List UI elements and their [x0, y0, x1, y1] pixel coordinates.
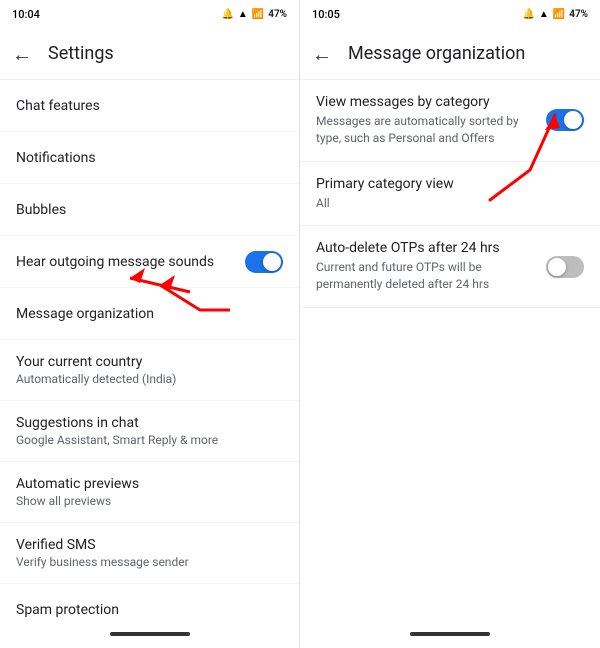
- msg-org-subtitle-primary-category: All: [316, 195, 572, 212]
- toggle-knob-view-by-category: [564, 111, 582, 129]
- settings-item-subtitle-verified-sms: Verify business message sender: [16, 555, 283, 569]
- settings-item-hear-outgoing[interactable]: Hear outgoing message sounds: [0, 236, 299, 288]
- msg-org-subtitle-auto-delete-otps: Current and future OTPs will be permanen…: [316, 259, 534, 293]
- settings-item-chat-features[interactable]: Chat features: [0, 80, 299, 132]
- settings-item-title-auto-previews: Automatic previews: [16, 476, 283, 492]
- left-header-title: Settings: [48, 43, 114, 64]
- msg-org-subtitle-view-by-category: Messages are automatically sorted by typ…: [316, 113, 534, 147]
- msg-org-title-primary-category: Primary category view: [316, 176, 572, 192]
- settings-item-title-suggestions: Suggestions in chat: [16, 415, 283, 431]
- left-time: 10:04: [12, 8, 40, 21]
- toggle-auto-delete-otps[interactable]: [546, 256, 584, 278]
- settings-item-title-verified-sms: Verified SMS: [16, 537, 283, 553]
- msg-org-item-view-by-category[interactable]: View messages by category Messages are au…: [300, 80, 600, 162]
- toggle-knob-auto-delete-otps: [548, 258, 566, 276]
- right-header: ← Message organization: [300, 28, 600, 80]
- settings-item-content-message-org: Message organization: [16, 306, 283, 322]
- settings-item-content-hear-outgoing: Hear outgoing message sounds: [16, 254, 245, 270]
- msg-org-title-view-by-category: View messages by category: [316, 94, 534, 110]
- right-nav-bar: [300, 624, 600, 648]
- settings-item-notifications[interactable]: Notifications: [0, 132, 299, 184]
- left-header: ← Settings: [0, 28, 299, 80]
- settings-item-content-notifications: Notifications: [16, 150, 283, 166]
- left-status-icons: 🔔 ▲ 📶 47%: [221, 9, 287, 20]
- settings-item-spam-protection[interactable]: Spam protection: [0, 584, 299, 624]
- settings-item-content-bubbles: Bubbles: [16, 202, 283, 218]
- settings-item-title-hear-outgoing: Hear outgoing message sounds: [16, 254, 245, 270]
- msg-org-content-view-by-category: View messages by category Messages are au…: [316, 94, 546, 147]
- left-panel: 10:04 🔔 ▲ 📶 47% ← Settings Chat features…: [0, 0, 300, 648]
- msg-org-content-primary-category: Primary category view All: [316, 176, 584, 212]
- toggle-knob-hear-outgoing: [263, 253, 281, 271]
- right-wifi-icon: 📶: [553, 9, 565, 20]
- right-status-icons: 🔔 ▲ 📶 47%: [522, 9, 588, 20]
- settings-item-current-country[interactable]: Your current country Automatically detect…: [0, 340, 299, 401]
- left-nav-indicator: [110, 632, 190, 636]
- right-notification-icon: 🔔: [522, 9, 534, 20]
- left-status-bar: 10:04 🔔 ▲ 📶 47%: [0, 0, 299, 28]
- settings-item-content-current-country: Your current country Automatically detect…: [16, 354, 283, 386]
- settings-item-subtitle-suggestions: Google Assistant, Smart Reply & more: [16, 433, 283, 447]
- msg-org-content-auto-delete-otps: Auto-delete OTPs after 24 hrs Current and…: [316, 240, 546, 293]
- settings-item-suggestions[interactable]: Suggestions in chat Google Assistant, Sma…: [0, 401, 299, 462]
- right-battery-icon: 47%: [569, 9, 588, 20]
- settings-item-content-chat-features: Chat features: [16, 98, 283, 114]
- settings-item-bubbles[interactable]: Bubbles: [0, 184, 299, 236]
- settings-item-message-org[interactable]: Message organization: [0, 288, 299, 340]
- msg-org-list: View messages by category Messages are au…: [300, 80, 600, 624]
- settings-item-content-suggestions: Suggestions in chat Google Assistant, Sma…: [16, 415, 283, 447]
- msg-org-title-auto-delete-otps: Auto-delete OTPs after 24 hrs: [316, 240, 534, 256]
- msg-org-item-auto-delete-otps[interactable]: Auto-delete OTPs after 24 hrs Current and…: [300, 226, 600, 308]
- settings-item-auto-previews[interactable]: Automatic previews Show all previews: [0, 462, 299, 523]
- wifi-icon: 📶: [252, 9, 264, 20]
- settings-item-title-spam-protection: Spam protection: [16, 602, 283, 618]
- settings-list: Chat features Notifications Bubbles Hear ou…: [0, 80, 299, 624]
- settings-item-title-current-country: Your current country: [16, 354, 283, 370]
- msg-org-item-primary-category[interactable]: Primary category view All: [300, 162, 600, 227]
- settings-item-content-spam-protection: Spam protection: [16, 602, 283, 618]
- right-header-title: Message organization: [348, 43, 525, 64]
- settings-item-title-message-org: Message organization: [16, 306, 283, 322]
- right-time: 10:05: [312, 8, 340, 21]
- right-back-button[interactable]: ←: [312, 44, 332, 64]
- signal-icon: ▲: [238, 9, 248, 20]
- settings-item-title-bubbles: Bubbles: [16, 202, 283, 218]
- settings-item-subtitle-current-country: Automatically detected (India): [16, 372, 283, 386]
- right-signal-icon: ▲: [539, 9, 549, 20]
- settings-item-content-auto-previews: Automatic previews Show all previews: [16, 476, 283, 508]
- settings-item-verified-sms[interactable]: Verified SMS Verify business message send…: [0, 523, 299, 584]
- left-back-button[interactable]: ←: [12, 44, 32, 64]
- right-panel: 10:05 🔔 ▲ 📶 47% ← Message organization V…: [300, 0, 600, 648]
- toggle-hear-outgoing[interactable]: [245, 251, 283, 273]
- settings-item-title-chat-features: Chat features: [16, 98, 283, 114]
- toggle-view-by-category[interactable]: [546, 109, 584, 131]
- right-status-bar: 10:05 🔔 ▲ 📶 47%: [300, 0, 600, 28]
- notification-icon: 🔔: [221, 9, 233, 20]
- settings-item-subtitle-auto-previews: Show all previews: [16, 494, 283, 508]
- settings-item-title-notifications: Notifications: [16, 150, 283, 166]
- right-nav-indicator: [410, 632, 490, 636]
- battery-icon: 47%: [268, 9, 287, 20]
- left-nav-bar: [0, 624, 299, 648]
- settings-item-content-verified-sms: Verified SMS Verify business message send…: [16, 537, 283, 569]
